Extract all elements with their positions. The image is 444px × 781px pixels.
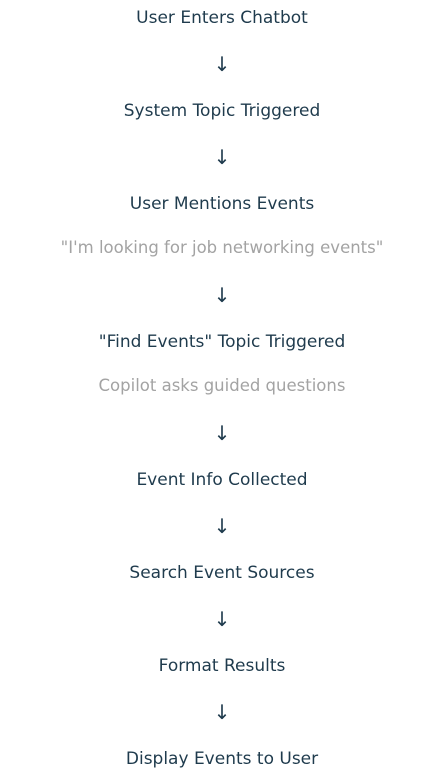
note-guided-questions: Copilot asks guided questions <box>98 376 346 395</box>
step-system-topic-triggered: System Topic Triggered <box>123 101 321 121</box>
arrow-down-3: ↓ <box>213 283 231 307</box>
step-user-enters-chatbot: User Enters Chatbot <box>136 8 308 28</box>
step-event-info-collected: Event Info Collected <box>136 470 308 490</box>
step-find-events-topic-triggered: "Find Events" Topic Triggered <box>98 332 346 352</box>
note-user-query-example: "I'm looking for job networking events" <box>60 238 384 257</box>
step-format-results: Format Results <box>158 656 286 676</box>
arrow-down-2: ↓ <box>213 145 231 169</box>
arrow-down-6: ↓ <box>213 607 231 631</box>
step-search-event-sources: Search Event Sources <box>129 563 315 583</box>
arrow-down-1: ↓ <box>213 52 231 76</box>
step-user-mentions-events: User Mentions Events <box>129 194 315 214</box>
arrow-down-7: ↓ <box>213 700 231 724</box>
step-display-events-to-user: Display Events to User <box>125 749 319 769</box>
arrow-down-4: ↓ <box>213 421 231 445</box>
arrow-down-5: ↓ <box>213 514 231 538</box>
flow-diagram: User Enters Chatbot ↓ System Topic Trigg… <box>0 0 444 781</box>
